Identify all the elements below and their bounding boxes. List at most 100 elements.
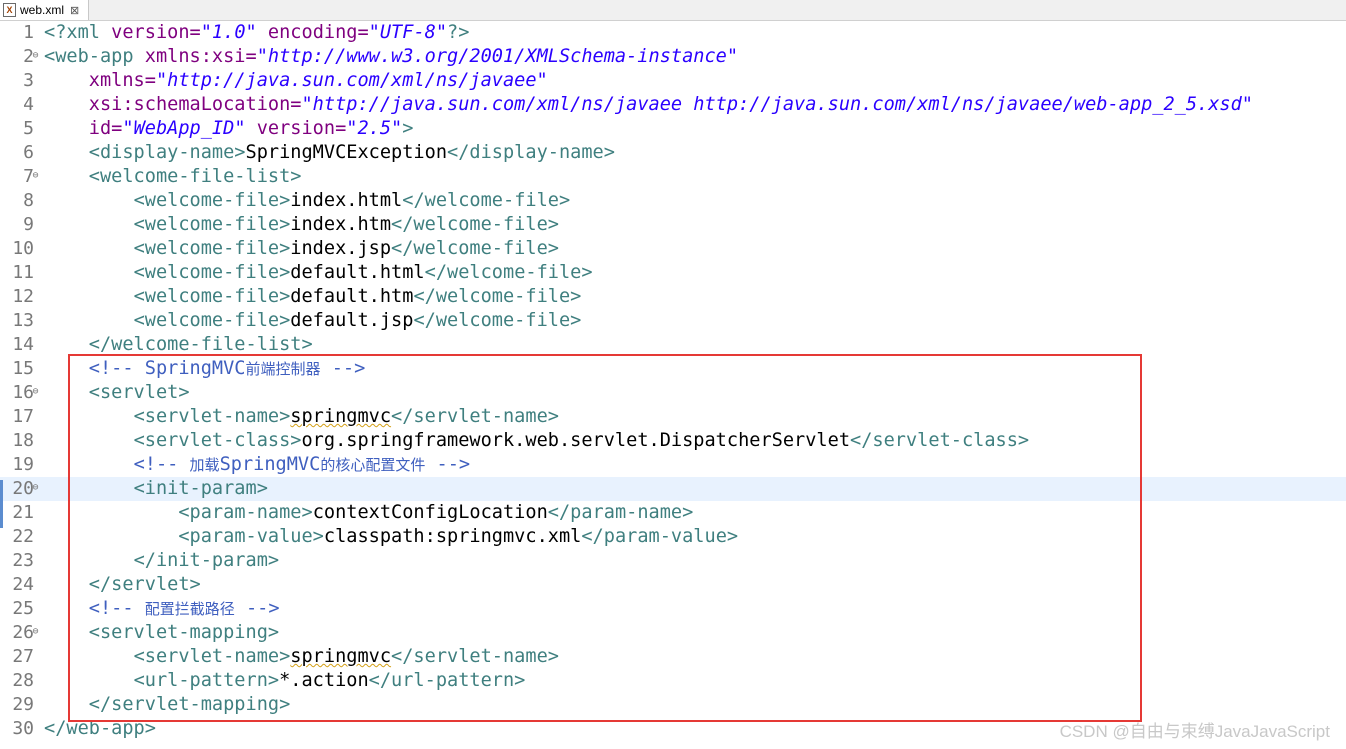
code-text: <servlet-class>org.springframework.web.s… (44, 429, 1030, 453)
code-token: </url-pattern> (368, 670, 526, 691)
code-line[interactable]: 15 <!-- SpringMVC前端控制器 --> (0, 357, 1346, 381)
code-token: default.htm (290, 286, 414, 307)
code-line[interactable]: 22 <param-value>classpath:springmvc.xml<… (0, 525, 1346, 549)
code-line[interactable]: 19 <!-- 加载SpringMVC的核心配置文件 --> (0, 453, 1346, 477)
code-token: <?xml (44, 22, 112, 43)
code-text: <servlet-name>springmvc</servlet-name> (44, 405, 559, 429)
line-number: 2 (23, 46, 34, 67)
line-number: 30 (12, 718, 34, 739)
code-text: </web-app> (44, 717, 156, 741)
code-line[interactable]: 16 ⊖ <servlet> (0, 381, 1346, 405)
code-token: </servlet-class> (850, 430, 1030, 451)
code-text: id="WebApp_ID" version="2.5"> (44, 117, 414, 141)
code-line[interactable]: 1 <?xml version="1.0" encoding="UTF-8"?> (0, 21, 1346, 45)
code-token: ?> (447, 22, 470, 43)
code-line[interactable]: 26 ⊖ <servlet-mapping> (0, 621, 1346, 645)
code-token: </welcome-file> (413, 286, 582, 307)
code-line[interactable]: 9 <welcome-file>index.htm</welcome-file> (0, 213, 1346, 237)
line-number: 17 (12, 406, 34, 427)
change-marker (0, 480, 3, 528)
code-line[interactable]: 2 ⊖ <web-app xmlns:xsi="http://www.w3.org/… (0, 45, 1346, 69)
code-token: xmlns= (88, 70, 156, 91)
line-number: 8 (23, 190, 34, 211)
code-token: <param-value> (178, 526, 324, 547)
code-token: <welcome-file-list> (88, 166, 302, 187)
code-token: <servlet> (88, 382, 190, 403)
code-token: <servlet-name> (133, 646, 291, 667)
code-line[interactable]: 3 xmlns="http://java.sun.com/xml/ns/java… (0, 69, 1346, 93)
code-line[interactable]: 10 <welcome-file>index.jsp</welcome-file… (0, 237, 1346, 261)
code-line[interactable]: 17 <servlet-name>springmvc</servlet-name… (0, 405, 1346, 429)
code-line[interactable]: 7 ⊖ <welcome-file-list> (0, 165, 1346, 189)
line-number: 10 (12, 238, 34, 259)
fold-toggle-icon[interactable]: ⊖ (31, 627, 40, 637)
line-number: 25 (12, 598, 34, 619)
code-line[interactable]: 12 <welcome-file>default.htm</welcome-fi… (0, 285, 1346, 309)
code-line[interactable]: 23 </init-param> (0, 549, 1346, 573)
code-token: version= (111, 22, 201, 43)
code-token: "WebApp_ID" (122, 118, 246, 139)
code-line[interactable]: 27 <servlet-name>springmvc</servlet-name… (0, 645, 1346, 669)
code-token: org.springframework.web.servlet.Dispatch… (301, 430, 851, 451)
close-icon[interactable]: ⊠ (70, 4, 79, 17)
line-number: 15 (12, 358, 34, 379)
code-line[interactable]: 28 <url-pattern>*.action</url-pattern> (0, 669, 1346, 693)
xml-editor[interactable]: 1 <?xml version="1.0" encoding="UTF-8"?> 2… (0, 21, 1346, 749)
fold-toggle-icon[interactable]: ⊖ (31, 387, 40, 397)
fold-toggle-icon[interactable]: ⊖ (31, 483, 40, 493)
code-line[interactable]: 4 xsi:schemaLocation="http://java.sun.co… (0, 93, 1346, 117)
code-line[interactable]: 29 </servlet-mapping> (0, 693, 1346, 717)
code-token: <servlet-name> (133, 406, 291, 427)
code-line[interactable]: 18 <servlet-class>org.springframework.we… (0, 429, 1346, 453)
tab-web-xml[interactable]: X web.xml ⊠ (0, 0, 89, 20)
code-token: </servlet-name> (391, 406, 559, 427)
code-line[interactable]: 11 <welcome-file>default.html</welcome-f… (0, 261, 1346, 285)
line-number: 29 (12, 694, 34, 715)
watermark: CSDN @自由与束缚JavaJavaScript (1059, 722, 1330, 741)
code-line[interactable]: 21 <param-name>contextConfigLocation</pa… (0, 501, 1346, 525)
editor-tab-bar: X web.xml ⊠ (0, 0, 1346, 21)
code-line[interactable]: 20 ⊖ <init-param> (0, 477, 1346, 501)
code-token: </servlet-name> (391, 646, 559, 667)
code-token: xmlns:xsi= (144, 46, 257, 67)
code-line[interactable]: 5 id="WebApp_ID" version="2.5"> (0, 117, 1346, 141)
code-token: </welcome-file> (391, 214, 559, 235)
code-token: 前端控制器 (245, 360, 321, 378)
line-number: 19 (12, 454, 34, 475)
fold-toggle-icon[interactable]: ⊖ (31, 51, 40, 61)
code-token: <welcome-file> (133, 262, 291, 283)
code-text: <welcome-file>index.jsp</welcome-file> (44, 237, 559, 261)
code-token: <welcome-file> (133, 238, 291, 259)
code-line[interactable]: 6 <display-name>SpringMVCException</disp… (0, 141, 1346, 165)
code-token: <welcome-file> (133, 190, 291, 211)
code-token: "http://www.w3.org/2001/XMLSchema-instan… (256, 46, 739, 67)
code-line[interactable]: 8 <welcome-file>index.html</welcome-file… (0, 189, 1346, 213)
code-text: </servlet-mapping> (44, 693, 291, 717)
tab-title: web.xml (20, 3, 65, 17)
line-number: 24 (12, 574, 34, 595)
code-token: <!-- (133, 454, 190, 475)
code-token: </welcome-file> (391, 238, 559, 259)
fold-toggle-icon[interactable]: ⊖ (31, 171, 40, 181)
code-text: </servlet> (44, 573, 201, 597)
code-token: *.action (279, 670, 369, 691)
code-line[interactable]: 25 <!-- 配置拦截路径 --> (0, 597, 1346, 621)
code-line[interactable]: 13 <welcome-file>default.jsp</welcome-fi… (0, 309, 1346, 333)
code-text: <welcome-file>index.html</welcome-file> (44, 189, 571, 213)
code-text: <init-param> (44, 477, 268, 501)
code-token: <!-- SpringMVC (88, 358, 246, 379)
code-line[interactable]: 14 </welcome-file-list> (0, 333, 1346, 357)
line-number: 18 (12, 430, 34, 451)
code-token: </param-name> (547, 502, 694, 523)
line-number: 28 (12, 670, 34, 691)
code-token: </servlet-mapping> (88, 694, 291, 715)
code-line[interactable]: 24 </servlet> (0, 573, 1346, 597)
code-token: SpringMVC (219, 454, 321, 475)
